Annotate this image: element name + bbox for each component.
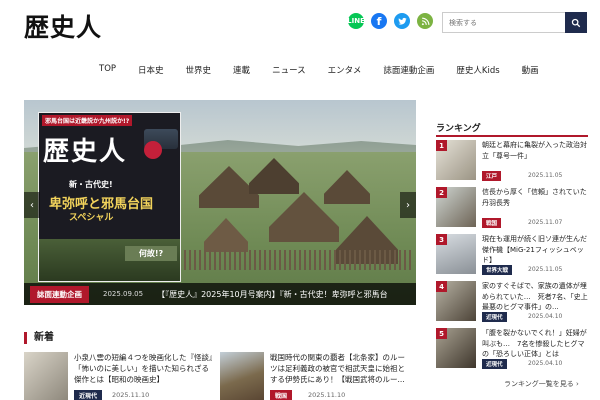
mag-red-badge <box>144 141 162 159</box>
nav-series[interactable]: 連載 <box>222 64 261 76</box>
hero-caption[interactable]: 誌面連動企画 2025.09.05 【『歴史人』2025年10月号案内】『新・古… <box>24 283 416 305</box>
nav-entertainment[interactable]: エンタメ <box>317 64 373 76</box>
nav-world-history[interactable]: 世界史 <box>175 64 223 76</box>
ranking-item-title[interactable]: 家のすぐそばで、家族の遺体が埋められていた… 死者7名、「史上最悪のヒグマ事件」… <box>482 281 588 313</box>
rss-icon[interactable] <box>417 13 433 29</box>
social-links: LINE f <box>347 13 433 29</box>
rank-number: 1 <box>436 140 447 151</box>
mag-question: 何故!? <box>125 246 177 261</box>
ranking-item[interactable]: 3 現在も運用が続く旧ソ連が生んだ傑作機【MiG-21フィッシュベッド】 世界大… <box>436 234 588 275</box>
ranking-item-title[interactable]: 朝廷と幕府に亀裂が入った政治対立「尊号一件」 <box>482 140 588 161</box>
hero-fence <box>184 250 414 270</box>
ranking-category-tag[interactable]: 近現代 <box>482 312 507 322</box>
mag-subtitle: 新・古代史! <box>69 180 113 189</box>
ranking-date: 2025.11.05 <box>528 172 563 179</box>
rank-number: 2 <box>436 187 447 198</box>
ranking-category-tag[interactable]: 戦国 <box>482 218 502 228</box>
ranking-category-tag[interactable]: 世界大戦 <box>482 265 513 275</box>
nav-japan-history[interactable]: 日本史 <box>127 64 175 76</box>
news-title[interactable]: 小泉八雲の短編４つを映画化した『怪談』「怖いのに美しい」を描いた知られざる傑作と… <box>74 352 214 385</box>
ranking-item[interactable]: 5 「腹を裂かないでくれ！」妊婦が叫ぶも… 7名を惨殺したヒグマの「恐ろしい正体… <box>436 328 588 369</box>
news-category-tag[interactable]: 戦国 <box>270 390 293 400</box>
hero-caption-text[interactable]: 【『歴史人』2025年10月号案内】『新・古代史！卑弥呼と邪馬台... <box>157 289 387 300</box>
rank-number: 4 <box>436 281 447 292</box>
section-title-new: 新着 <box>24 332 54 344</box>
nav-magazine-feature[interactable]: 誌面連動企画 <box>372 64 445 76</box>
nav-top[interactable]: TOP <box>88 64 127 76</box>
ranking-item-title[interactable]: 信長から厚く「信頼」されていた丹羽長秀 <box>482 187 588 208</box>
news-date: 2025.11.10 <box>308 391 346 399</box>
ranking-date: 2025.11.07 <box>528 219 563 226</box>
chevron-left-icon: ‹ <box>30 199 34 211</box>
main-nav: TOP 日本史 世界史 連載 ニュース エンタメ 誌面連動企画 歴史人Kids … <box>88 64 550 76</box>
nav-video[interactable]: 動画 <box>511 64 550 76</box>
news-date: 2025.11.10 <box>112 391 150 399</box>
line-icon[interactable]: LINE <box>347 13 365 29</box>
chevron-right-icon: › <box>406 199 410 211</box>
news-thumbnail <box>220 352 264 400</box>
ranking-item-title[interactable]: 現在も運用が続く旧ソ連が生んだ傑作機【MiG-21フィッシュベッド】 <box>482 234 588 266</box>
nav-kids[interactable]: 歴史人Kids <box>445 64 510 76</box>
mag-top-badge: 邪馬台国は近畿説か九州説か!? <box>42 115 133 126</box>
nav-news[interactable]: ニュース <box>261 64 317 76</box>
ranking-item[interactable]: 4 家のすぐそばで、家族の遺体が埋められていた… 死者7名、「史上最悪のヒグマ事… <box>436 281 588 322</box>
ranking-more-link[interactable]: ランキング一覧を見る › <box>504 379 579 389</box>
ranking-item-title[interactable]: 「腹を裂かないでくれ！」妊婦が叫ぶも… 7名を惨殺したヒグマの「恐ろしい正体」と… <box>482 328 588 360</box>
search-icon <box>571 18 581 27</box>
ranking-divider <box>436 135 588 137</box>
hero-slider[interactable]: 邪馬台国は近畿説か九州説か!? 歴史人 新・古代史! 卑弥呼と邪馬台国 スペシャ… <box>24 100 416 305</box>
ranking-category-tag[interactable]: 江戸 <box>482 171 502 181</box>
search-box <box>442 12 587 33</box>
hero-date: 2025.09.05 <box>103 290 144 298</box>
slider-next-button[interactable]: › <box>400 192 416 218</box>
twitter-icon[interactable] <box>394 13 410 29</box>
slider-prev-button[interactable]: ‹ <box>24 192 40 218</box>
list-item[interactable]: 戦国時代の関東の覇者【北条家】のルーツは足利義政の被官で相武天皇に始祖とする伊勢… <box>220 352 410 400</box>
ranking-date: 2025.04.10 <box>528 360 563 367</box>
ranking-item[interactable]: 2 信長から厚く「信頼」されていた丹羽長秀 戦国 2025.11.07 <box>436 187 588 228</box>
ranking-category-tag[interactable]: 近現代 <box>482 359 507 369</box>
search-input[interactable] <box>442 12 565 33</box>
site-logo[interactable]: 歴史人 <box>24 8 102 44</box>
ranking-item[interactable]: 1 朝廷と幕府に亀裂が入った政治対立「尊号一件」 江戸 2025.11.05 <box>436 140 588 181</box>
rank-number: 5 <box>436 328 447 339</box>
ranking-title: ランキング <box>436 124 481 134</box>
news-thumbnail <box>24 352 68 400</box>
list-item[interactable]: 小泉八雲の短編４つを映画化した『怪談』「怖いのに美しい」を描いた知られざる傑作と… <box>24 352 214 400</box>
facebook-icon[interactable]: f <box>371 13 387 29</box>
mag-title: 歴史人 <box>43 137 128 167</box>
hero-category-tag[interactable]: 誌面連動企画 <box>30 285 89 303</box>
news-title[interactable]: 戦国時代の関東の覇者【北条家】のルーツは足利義政の被官で相武天皇に始祖とする伊勢… <box>270 352 410 385</box>
magazine-cover[interactable]: 邪馬台国は近畿説か九州説か!? 歴史人 新・古代史! 卑弥呼と邪馬台国 スペシャ… <box>38 112 181 282</box>
mag-headline-2: スペシャル <box>69 213 114 223</box>
search-button[interactable] <box>565 12 587 33</box>
ranking-date: 2025.04.10 <box>528 313 563 320</box>
news-category-tag[interactable]: 近現代 <box>74 390 103 400</box>
ranking-date: 2025.11.05 <box>528 266 563 273</box>
rank-number: 3 <box>436 234 447 245</box>
